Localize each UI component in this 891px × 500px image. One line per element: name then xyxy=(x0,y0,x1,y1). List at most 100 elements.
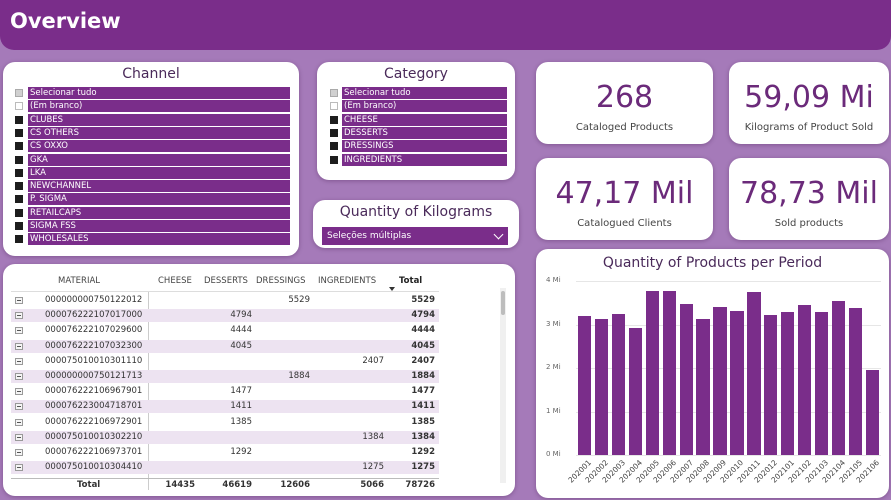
bar-202012[interactable] xyxy=(764,314,778,455)
expand-icon[interactable] xyxy=(15,433,23,441)
table-row[interactable]: 000076222106972901 1385 1385 xyxy=(11,416,439,429)
bar-202003[interactable] xyxy=(611,313,625,455)
table-row[interactable]: 000076222107029600 4444 4444 xyxy=(11,324,439,337)
table-row[interactable]: 000076222106967901 1477 1477 xyxy=(11,385,439,398)
bar-202009[interactable] xyxy=(713,307,727,455)
table-row[interactable]: 000000000750121713 1884 1884 xyxy=(11,370,439,383)
column-header-dressings[interactable]: DRESSINGS xyxy=(256,276,305,286)
channel-option[interactable]: Selecionar tudo xyxy=(28,87,290,99)
table-row[interactable]: 000075010010301110 2407 2407 xyxy=(11,355,439,368)
cell-total: 5529 xyxy=(411,295,435,305)
bar-202104[interactable] xyxy=(832,300,846,455)
bar-202002[interactable] xyxy=(594,319,608,455)
bar-202105[interactable] xyxy=(848,307,863,455)
bar-202005[interactable] xyxy=(645,290,659,455)
expand-icon[interactable] xyxy=(15,449,23,456)
channel-option[interactable]: WHOLESALES xyxy=(28,233,290,246)
table-row[interactable]: 000076222107032300 4045 4045 xyxy=(11,339,439,353)
category-option[interactable]: INGREDIENTS xyxy=(342,153,507,166)
column-header-desserts[interactable]: DESSERTS xyxy=(204,276,248,286)
channel-option[interactable]: CS OTHERS xyxy=(28,126,290,139)
category-option[interactable]: Selecionar tudo xyxy=(342,87,507,99)
checkbox-icon[interactable] xyxy=(330,142,338,151)
cell-desserts: 4045 xyxy=(230,340,252,351)
channel-option[interactable]: GKA xyxy=(28,153,290,166)
table-row[interactable]: 000076223004718701 1411 1411 xyxy=(11,400,439,414)
bar-202106[interactable] xyxy=(865,370,880,455)
checkbox-icon[interactable] xyxy=(15,155,23,164)
checkbox-icon[interactable] xyxy=(15,142,23,151)
checkbox-icon[interactable] xyxy=(15,168,23,177)
checkbox-icon[interactable] xyxy=(330,128,338,137)
table-row[interactable]: 000076222107017000 4794 4794 xyxy=(11,309,439,323)
checkbox-icon[interactable] xyxy=(330,155,338,164)
cell-material: 000076222106967901 xyxy=(45,386,143,397)
expand-icon[interactable] xyxy=(15,342,23,350)
expand-icon[interactable] xyxy=(15,403,23,411)
bar-202006[interactable] xyxy=(662,290,676,455)
channel-option[interactable]: SIGMA FSS xyxy=(28,220,290,232)
cell-desserts: 1385 xyxy=(230,416,252,427)
checkbox-icon[interactable] xyxy=(15,195,23,204)
kpi-label: Catalogued Clients xyxy=(577,218,672,229)
bar-202102[interactable] xyxy=(798,304,812,455)
expand-icon[interactable] xyxy=(15,373,23,380)
material-matrix: MATERIAL CHEESE DESSERTS DRESSINGS INGRE… xyxy=(3,264,515,496)
bar-202004[interactable] xyxy=(628,327,642,455)
column-header-cheese[interactable]: CHEESE xyxy=(158,276,192,286)
table-scroll-thumb[interactable] xyxy=(501,291,505,315)
checkbox-icon[interactable] xyxy=(15,182,23,191)
channel-option[interactable]: CLUBES xyxy=(28,113,290,126)
channel-slicer-title: Channel xyxy=(122,66,180,82)
checkbox-icon[interactable] xyxy=(15,115,23,124)
bar-202103[interactable] xyxy=(815,312,829,455)
expand-icon[interactable] xyxy=(15,357,23,365)
checkbox-icon[interactable] xyxy=(15,208,23,217)
table-row[interactable]: 000075010010304410 1275 1275 xyxy=(11,461,439,475)
checkbox-icon[interactable] xyxy=(15,222,23,230)
table-row[interactable]: 000075010010302210 1384 1384 xyxy=(11,430,439,444)
checkbox-icon[interactable] xyxy=(330,102,338,111)
bar-202011[interactable] xyxy=(747,291,761,455)
column-header-material[interactable]: MATERIAL xyxy=(58,276,100,286)
checkbox-icon[interactable] xyxy=(15,102,23,111)
category-option[interactable]: (Em branco) xyxy=(342,100,507,113)
checkbox-icon[interactable] xyxy=(330,115,338,124)
kilograms-dropdown[interactable]: Seleções múltiplas xyxy=(322,227,508,245)
bar-202101[interactable] xyxy=(781,312,795,455)
channel-option[interactable]: RETAILCAPS xyxy=(28,206,290,219)
category-option[interactable]: CHEESE xyxy=(342,113,507,126)
expand-icon[interactable] xyxy=(15,464,23,472)
channel-option[interactable]: NEWCHANNEL xyxy=(28,180,290,193)
checkbox-icon[interactable] xyxy=(15,128,23,137)
channel-option[interactable]: P. SIGMA xyxy=(28,193,290,206)
checkbox-icon[interactable] xyxy=(15,235,23,244)
kilograms-slicer-title: Quantity of Kilograms xyxy=(339,204,493,220)
checkbox-icon[interactable] xyxy=(330,89,338,97)
chevron-down-icon xyxy=(493,229,504,240)
checkbox-icon[interactable] xyxy=(15,89,23,97)
bar-202010[interactable] xyxy=(730,311,744,455)
cell-material: 000076223004718701 xyxy=(45,401,143,412)
bar-202001[interactable] xyxy=(577,315,592,455)
channel-option[interactable]: LKA xyxy=(28,166,290,179)
bar-202007[interactable] xyxy=(679,303,693,455)
expand-icon[interactable] xyxy=(15,388,23,396)
table-row[interactable]: 000076222106973701 1292 1292 xyxy=(11,446,439,459)
channel-option[interactable]: CS OXXO xyxy=(28,140,290,153)
bar-202008[interactable] xyxy=(696,319,710,455)
expand-icon[interactable] xyxy=(15,297,23,304)
channel-slicer: Channel Selecionar tudo (Em branco) CLUBES… xyxy=(3,62,299,256)
category-option[interactable]: DESSERTS xyxy=(342,126,507,139)
table-row[interactable]: 000000000750122012 5529 5529 xyxy=(11,294,439,307)
cell-material: 000076222107017000 xyxy=(45,310,143,321)
channel-option[interactable]: (Em branco) xyxy=(28,100,290,113)
table-scrollbar[interactable] xyxy=(500,288,506,483)
expand-icon[interactable] xyxy=(15,327,23,335)
table-total-row: Total 14435 46619 12606 5066 78726 xyxy=(11,478,439,491)
category-option[interactable]: DRESSINGS xyxy=(342,140,507,153)
expand-icon[interactable] xyxy=(15,418,23,426)
column-header-ingredients[interactable]: INGREDIENTS xyxy=(318,276,376,286)
column-header-total[interactable]: Total xyxy=(399,276,422,286)
expand-icon[interactable] xyxy=(15,312,23,320)
